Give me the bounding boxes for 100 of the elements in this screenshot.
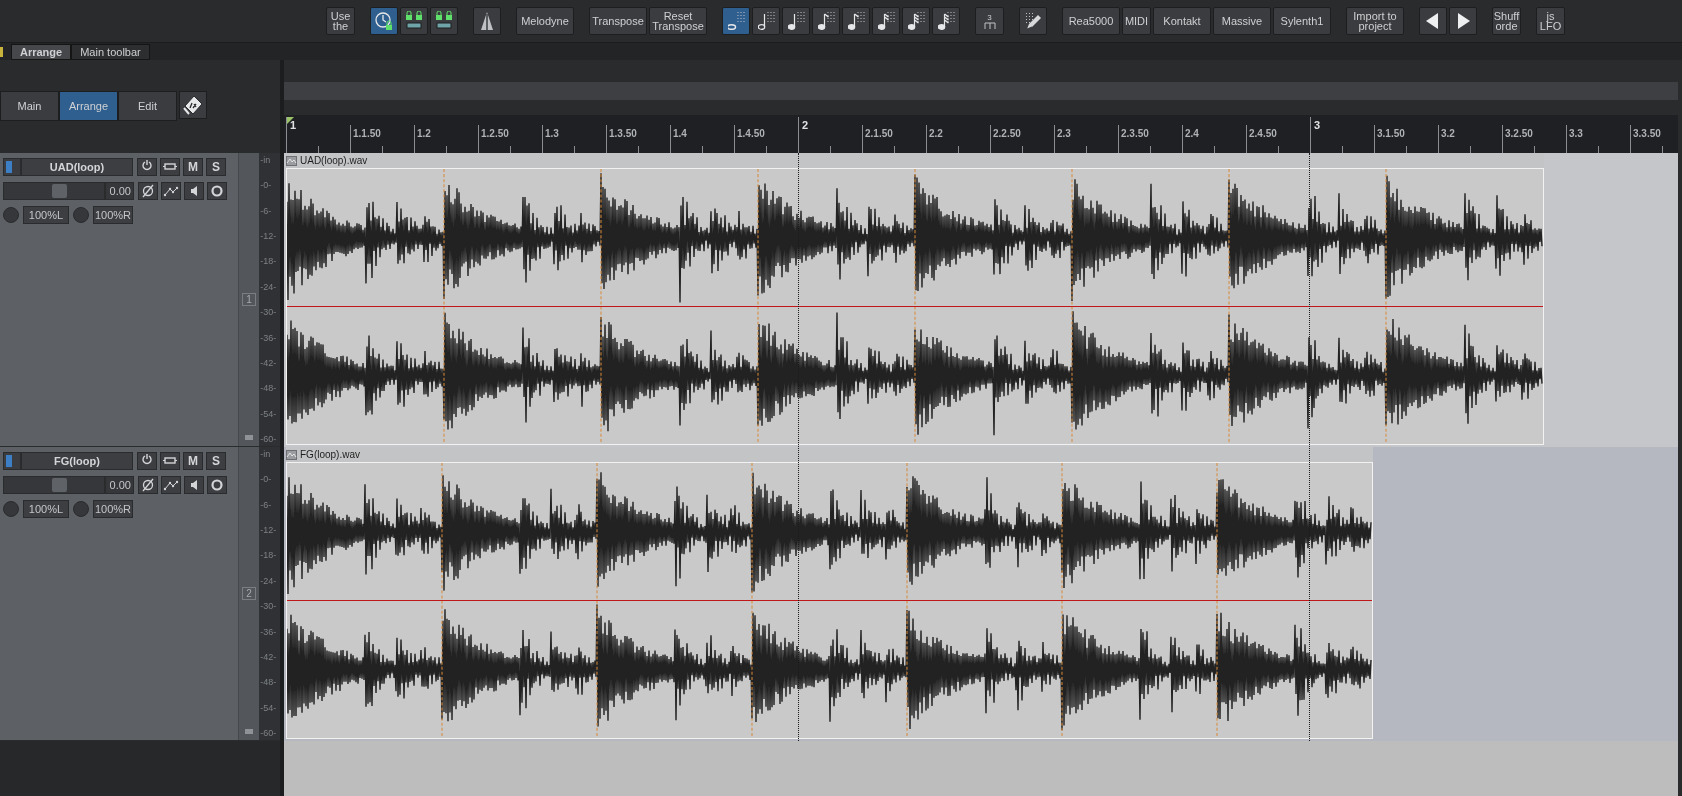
insert-button[interactable] — [160, 452, 180, 470]
quarter-note-button[interactable] — [782, 7, 810, 35]
solo-button[interactable]: S — [206, 452, 226, 470]
record-arm-button[interactable] — [207, 476, 227, 494]
thirty-second-note-button[interactable] — [932, 7, 960, 35]
ruler-label: 2.3.50 — [1121, 127, 1149, 141]
grip-mark — [0, 46, 3, 57]
lock-pair-button[interactable] — [400, 7, 428, 35]
eighth-note-button[interactable] — [842, 7, 870, 35]
solo-button[interactable]: S — [206, 158, 226, 176]
meter-scale-label: -54- — [260, 408, 278, 419]
toolbar-button[interactable]: Sylenth1 — [1273, 7, 1331, 35]
meter-scale-label: -18- — [260, 256, 278, 267]
meter-scale-label: -54- — [260, 702, 278, 713]
audio-item[interactable] — [286, 168, 1544, 445]
mute-button[interactable]: M — [183, 158, 203, 176]
triplet-label: 3 — [987, 13, 992, 22]
waveform-icon — [286, 155, 297, 166]
ruler-label: 3.1.50 — [1377, 127, 1405, 141]
lock-pair-button[interactable] — [430, 7, 458, 35]
ruler-label: 1.2 — [417, 127, 431, 141]
eighth-note-button[interactable] — [812, 7, 840, 35]
volume-value: 0.00 — [105, 182, 134, 200]
meter-scale-label: -0- — [260, 180, 273, 191]
half-note-button[interactable] — [752, 7, 780, 35]
toolbar-button[interactable]: Shuff orde — [1492, 7, 1521, 35]
slider-thumb[interactable] — [51, 478, 67, 492]
track-name-field[interactable]: FG(loop) — [21, 452, 133, 470]
speaker-button[interactable] — [184, 476, 204, 494]
envelope-button[interactable] — [161, 476, 181, 494]
fx-button[interactable] — [179, 91, 207, 119]
volume-value: 0.00 — [105, 476, 134, 494]
volume-slider[interactable] — [3, 182, 105, 200]
lock-pair-icon — [404, 11, 424, 31]
ruler-label: 1.4 — [673, 127, 687, 141]
beam-icon — [983, 21, 996, 29]
ruler-label: 2.4 — [1185, 127, 1199, 141]
ruler-label: 1.3 — [545, 127, 559, 141]
mode-tab[interactable]: Arrange — [59, 91, 118, 121]
sixteenth-note-button[interactable] — [872, 7, 900, 35]
note-button[interactable] — [722, 7, 750, 35]
toolbar-button[interactable]: Kontakt — [1153, 7, 1211, 35]
volume-slider[interactable] — [3, 476, 105, 494]
toolbar-button[interactable]: Melodyne — [516, 7, 574, 35]
toolbar-tab[interactable]: Arrange — [11, 43, 72, 60]
meter-scale-label: -30- — [260, 307, 278, 318]
speaker-button[interactable] — [184, 182, 204, 200]
toolbar-button[interactable]: Transpose — [589, 7, 647, 35]
meter-scale-label: -42- — [260, 357, 278, 368]
ruler-label: 3.2.50 — [1505, 127, 1533, 141]
folder-state-icon — [244, 435, 253, 440]
ruler-label: 2.2.50 — [993, 127, 1021, 141]
mode-tab[interactable]: Edit — [118, 91, 177, 121]
meter-scale-label: -in — [260, 155, 272, 165]
meter-scale-label: -0- — [260, 474, 273, 485]
toolbar-button[interactable]: js LFO — [1536, 7, 1565, 35]
folder-state-icon — [244, 729, 253, 734]
ruler-label: 3.3 — [1569, 127, 1583, 141]
ruler-label: 2.3 — [1057, 127, 1071, 141]
insert-button[interactable] — [160, 158, 180, 176]
thirty-second-note-icon — [907, 12, 925, 30]
slider-thumb[interactable] — [51, 184, 67, 198]
ruler-label: 2.4.50 — [1249, 127, 1277, 141]
toolbar-tab[interactable]: Main toolbar — [71, 43, 150, 60]
clock-lock-icon — [374, 11, 394, 31]
toolbar-button[interactable]: Massive — [1213, 7, 1271, 35]
phase-button[interactable] — [138, 476, 158, 494]
metronome-button[interactable] — [473, 7, 501, 35]
triplet-button[interactable]: 3 — [975, 7, 1004, 35]
meter-scale-label: -6- — [260, 499, 273, 510]
toolbar-button[interactable]: Reset Transpose — [649, 7, 707, 35]
meter-scale-label: -36- — [260, 626, 278, 637]
toolbar-button[interactable]: MIDI — [1122, 7, 1151, 35]
track-number: 2 — [242, 587, 256, 600]
power-button[interactable] — [137, 452, 157, 470]
track-name-field[interactable]: UAD(loop) — [21, 158, 133, 176]
phase-button[interactable] — [138, 182, 158, 200]
toolbar-button[interactable]: Use the — [326, 7, 355, 35]
ruler-label: 1.1.50 — [353, 127, 381, 141]
power-button[interactable] — [137, 158, 157, 176]
mute-button[interactable]: M — [183, 452, 203, 470]
pencil-button[interactable] — [1019, 7, 1047, 35]
record-arm-icon — [209, 183, 225, 199]
thirty-second-note-button[interactable] — [902, 7, 930, 35]
envelope-button[interactable] — [161, 182, 181, 200]
meter-scale-label: -60- — [260, 727, 278, 738]
item-name: UAD(loop).wav — [300, 154, 368, 168]
toolbar-button[interactable]: Import to project — [1346, 7, 1404, 35]
arrow-right-button[interactable] — [1449, 7, 1477, 35]
meter-scale-label: -36- — [260, 332, 278, 343]
clock-lock-button[interactable] — [370, 7, 398, 35]
arrow-left-button[interactable] — [1419, 7, 1447, 35]
audio-item[interactable] — [286, 462, 1373, 739]
mode-tab[interactable]: Main — [0, 91, 59, 121]
ruler-label: 2.2 — [929, 127, 943, 141]
ruler-label: 3.2 — [1441, 127, 1455, 141]
meter-scale-label: -42- — [260, 651, 278, 662]
toolbar-button[interactable]: Rea5000 — [1062, 7, 1120, 35]
record-arm-button[interactable] — [207, 182, 227, 200]
thirty-second-note-icon — [937, 12, 955, 30]
